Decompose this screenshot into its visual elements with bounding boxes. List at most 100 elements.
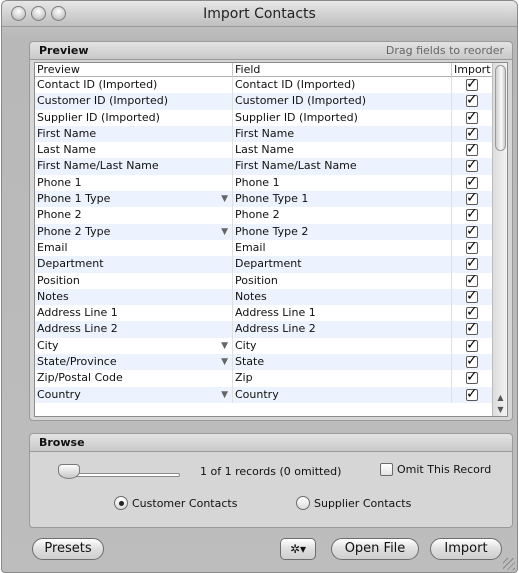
supplier-radio-label: Supplier Contacts <box>314 497 412 510</box>
supplier-radio-dot[interactable] <box>296 496 310 510</box>
table-row[interactable]: State/Province ▼ State <box>35 354 507 371</box>
column-header-import[interactable]: Import <box>452 63 493 77</box>
table-header: Preview Field Import <box>35 63 507 77</box>
import-cell <box>452 77 493 94</box>
field-cell[interactable]: Contact ID (Imported) <box>233 77 452 94</box>
preview-cell: Phone 2 Type ▼ <box>35 223 233 240</box>
table-row[interactable]: First Name First Name <box>35 125 507 143</box>
field-cell[interactable]: First Name <box>233 125 452 143</box>
import-checkbox[interactable] <box>466 305 478 320</box>
import-checkbox[interactable] <box>466 387 478 402</box>
field-cell[interactable]: Phone 1 <box>233 174 452 192</box>
dropdown-arrow-icon[interactable]: ▼ <box>221 224 228 240</box>
dropdown-arrow-icon[interactable]: ▼ <box>221 338 228 354</box>
import-checkbox[interactable] <box>466 273 478 288</box>
import-button[interactable]: Import <box>430 538 502 560</box>
table-row[interactable]: Phone 2 Type ▼ Phone Type 2 <box>35 223 507 240</box>
import-checkbox[interactable] <box>466 256 478 271</box>
preview-cell: Zip/Postal Code <box>35 370 233 387</box>
field-cell[interactable]: State <box>233 354 452 371</box>
import-cell <box>452 386 493 403</box>
import-checkbox[interactable] <box>466 126 478 141</box>
table-row[interactable]: Supplier ID (Imported) Supplier ID (Impor… <box>35 109 507 126</box>
vertical-scrollbar[interactable]: ▲ ▼ <box>492 63 507 416</box>
field-cell[interactable]: Zip <box>233 370 452 387</box>
table-row[interactable]: Department Department <box>35 256 507 273</box>
import-cell <box>452 239 493 257</box>
presets-button[interactable]: Presets <box>32 538 104 560</box>
field-cell[interactable]: Notes <box>233 288 452 306</box>
record-slider-knob[interactable] <box>58 464 80 479</box>
preview-cell-text: Address Line 1 <box>37 306 118 320</box>
field-cell[interactable]: Country <box>233 386 452 403</box>
field-cell[interactable]: Address Line 1 <box>233 305 452 322</box>
import-cell <box>452 125 493 143</box>
preview-cell: Contact ID (Imported) <box>35 77 233 94</box>
import-checkbox[interactable] <box>466 77 478 92</box>
field-cell[interactable]: Last Name <box>233 142 452 159</box>
preview-cell: Address Line 1 <box>35 305 233 322</box>
import-checkbox[interactable] <box>466 224 478 239</box>
scrollbar-thumb[interactable] <box>495 65 506 151</box>
field-cell[interactable]: Department <box>233 256 452 273</box>
import-checkbox[interactable] <box>466 321 478 336</box>
field-cell[interactable]: Phone Type 2 <box>233 223 452 240</box>
column-header-preview[interactable]: Preview <box>35 63 233 77</box>
import-checkbox[interactable] <box>466 93 478 108</box>
import-cell <box>452 321 493 338</box>
supplier-contacts-radio[interactable]: Supplier Contacts <box>296 496 411 510</box>
table-row[interactable]: Customer ID (Imported) Customer ID (Impor… <box>35 93 507 110</box>
field-cell[interactable]: Position <box>233 272 452 289</box>
preview-cell-text: Phone 2 Type <box>37 224 111 238</box>
table-row[interactable]: Address Line 2 Address Line 2 <box>35 321 507 338</box>
table-row[interactable]: Phone 1 Type ▼ Phone Type 1 <box>35 191 507 208</box>
import-checkbox[interactable] <box>466 191 478 206</box>
column-header-field[interactable]: Field <box>233 63 452 77</box>
field-cell[interactable]: First Name/Last Name <box>233 158 452 175</box>
import-checkbox[interactable] <box>466 110 478 125</box>
import-checkbox[interactable] <box>466 207 478 222</box>
import-checkbox[interactable] <box>466 289 478 304</box>
customer-contacts-radio[interactable]: Customer Contacts <box>114 496 237 510</box>
import-checkbox[interactable] <box>466 142 478 157</box>
omit-record-checkbox[interactable]: Omit This Record <box>380 463 491 476</box>
scroll-down-arrow-icon[interactable]: ▼ <box>493 404 507 416</box>
table-row[interactable]: Phone 1 Phone 1 <box>35 174 507 192</box>
table-row[interactable]: Position Position <box>35 272 507 289</box>
field-cell[interactable]: Phone Type 1 <box>233 191 452 208</box>
import-checkbox[interactable] <box>466 338 478 353</box>
import-cell <box>452 174 493 192</box>
field-cell[interactable]: Email <box>233 239 452 257</box>
gear-action-menu-button[interactable]: ✲▾ <box>280 538 316 560</box>
field-cell[interactable]: Address Line 2 <box>233 321 452 338</box>
field-cell[interactable]: Phone 2 <box>233 207 452 224</box>
table-row[interactable]: Contact ID (Imported) Contact ID (Importe… <box>35 77 507 94</box>
import-checkbox[interactable] <box>466 158 478 173</box>
import-checkbox[interactable] <box>466 240 478 255</box>
record-count: 1 of 1 records (0 omitted) <box>200 465 342 478</box>
omit-checkbox-box[interactable] <box>380 463 393 476</box>
resize-grip-icon[interactable] <box>503 558 515 570</box>
preview-cell-text: Position <box>37 273 80 287</box>
table-row[interactable]: Email Email <box>35 239 507 257</box>
scroll-up-arrow-icon[interactable]: ▲ <box>493 392 507 404</box>
field-cell[interactable]: City <box>233 337 452 355</box>
table-row[interactable]: First Name/Last Name First Name/Last Name <box>35 158 507 175</box>
table-row[interactable]: Notes Notes <box>35 288 507 306</box>
import-checkbox[interactable] <box>466 370 478 385</box>
field-cell[interactable]: Customer ID (Imported) <box>233 93 452 110</box>
dropdown-arrow-icon[interactable]: ▼ <box>221 191 228 207</box>
import-checkbox[interactable] <box>466 354 478 369</box>
open-file-button[interactable]: Open File <box>331 538 419 560</box>
field-cell[interactable]: Supplier ID (Imported) <box>233 109 452 126</box>
table-row[interactable]: Zip/Postal Code Zip <box>35 370 507 387</box>
import-checkbox[interactable] <box>466 175 478 190</box>
table-row[interactable]: Address Line 1 Address Line 1 <box>35 305 507 322</box>
dropdown-arrow-icon[interactable]: ▼ <box>221 354 228 370</box>
dropdown-arrow-icon[interactable]: ▼ <box>221 387 228 403</box>
table-row[interactable]: City ▼ City <box>35 337 507 355</box>
table-row[interactable]: Phone 2 Phone 2 <box>35 207 507 224</box>
customer-radio-dot[interactable] <box>114 496 128 510</box>
table-row[interactable]: Last Name Last Name <box>35 142 507 159</box>
table-row[interactable]: Country ▼ Country <box>35 386 507 403</box>
